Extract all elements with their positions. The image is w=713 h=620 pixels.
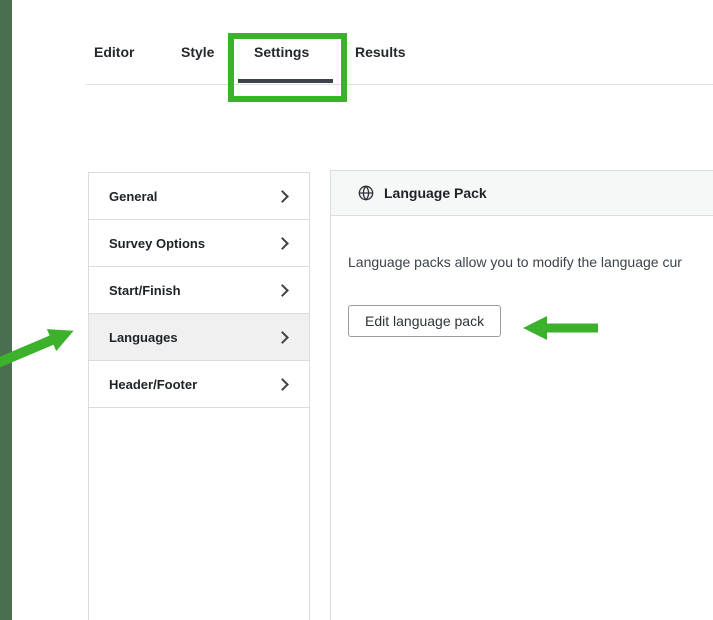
sidebar-item-general[interactable]: General <box>89 173 309 220</box>
panel-title: Language Pack <box>384 185 487 201</box>
left-edge-bar <box>0 0 12 620</box>
panel-header: Language Pack <box>331 170 713 216</box>
chevron-right-icon <box>276 237 289 250</box>
chevron-right-icon <box>276 284 289 297</box>
settings-sidebar: General Survey Options Start/Finish Lang… <box>88 172 310 620</box>
tabs-divider <box>86 84 713 85</box>
tab-editor[interactable]: Editor <box>94 44 134 60</box>
language-pack-panel: Language Pack Language packs allow you t… <box>330 170 713 620</box>
globe-icon <box>358 185 374 201</box>
screen: Editor Style Settings Results General Su… <box>0 0 713 620</box>
sidebar-item-label: Start/Finish <box>109 283 181 298</box>
active-tab-underline <box>238 79 333 83</box>
language-pack-description: Language packs allow you to modify the l… <box>348 252 713 272</box>
chevron-right-icon <box>276 378 289 391</box>
tab-style[interactable]: Style <box>181 44 214 60</box>
sidebar-item-label: General <box>109 189 157 204</box>
sidebar-item-start-finish[interactable]: Start/Finish <box>89 267 309 314</box>
chevron-right-icon <box>276 331 289 344</box>
sidebar-item-label: Survey Options <box>109 236 205 251</box>
sidebar-item-languages[interactable]: Languages <box>89 314 309 361</box>
sidebar-item-survey-options[interactable]: Survey Options <box>89 220 309 267</box>
annotation-arrow-languages <box>0 296 92 388</box>
panel-body: Language packs allow you to modify the l… <box>331 252 713 337</box>
chevron-right-icon <box>276 190 289 203</box>
sidebar-item-label: Languages <box>109 330 178 345</box>
tab-results[interactable]: Results <box>355 44 406 60</box>
sidebar-item-header-footer[interactable]: Header/Footer <box>89 361 309 408</box>
edit-language-pack-button[interactable]: Edit language pack <box>348 305 501 337</box>
tab-settings[interactable]: Settings <box>254 44 309 60</box>
sidebar-item-label: Header/Footer <box>109 377 197 392</box>
